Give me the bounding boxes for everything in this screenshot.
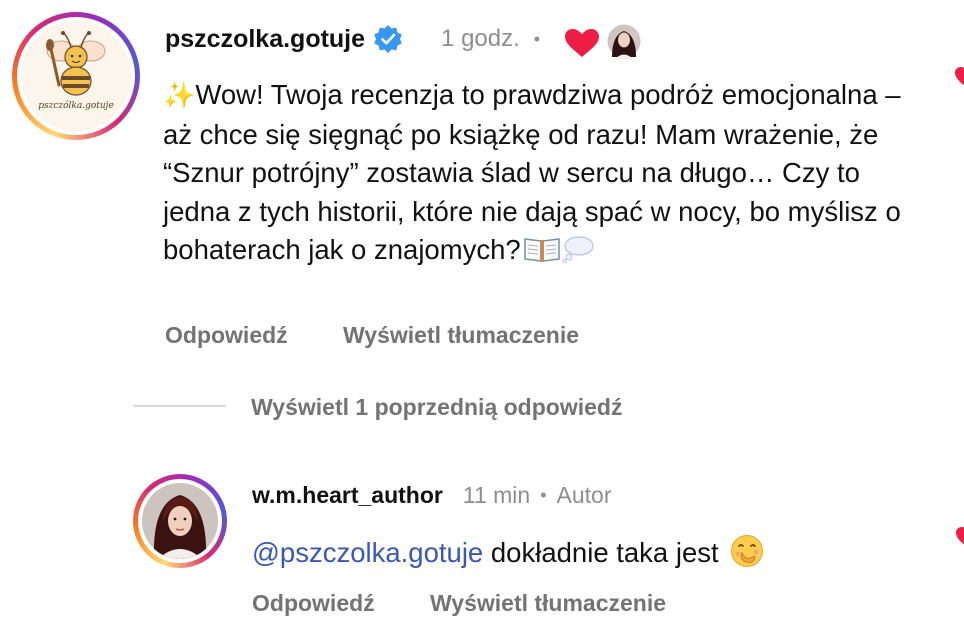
reply-reply-button[interactable]: Odpowiedź (252, 590, 375, 617)
comment-like-heart-icon[interactable] (954, 66, 964, 88)
bee-icon (46, 31, 106, 96)
sparkles-icon: ✨ (163, 81, 196, 111)
comment-reply-button[interactable]: Odpowiedź (165, 322, 288, 349)
heart-icon (564, 28, 600, 58)
reply-time: 11 min (462, 481, 531, 508)
meta-separator: • (540, 484, 547, 505)
verified-badge-icon (373, 24, 403, 54)
thought-balloon-icon (561, 235, 595, 274)
comment-time: 1 godz. (441, 25, 520, 52)
face-with-hand-over-mouth-icon (730, 534, 764, 579)
author-badge: Autor (556, 481, 612, 508)
comment-avatar[interactable]: pszczólka.gotuje (12, 12, 140, 140)
replies-divider (133, 405, 226, 407)
meta-separator: • (533, 28, 541, 49)
comment-translate-button[interactable]: Wyświetl tłumaczenie (343, 322, 579, 349)
comment-body: ✨Wow! Twoja recenzja to prawdziwa podróż… (163, 76, 923, 274)
comment-username[interactable]: pszczolka.gotuje (165, 25, 365, 54)
bee-logo: pszczólka.gotuje (21, 21, 131, 131)
author-like-avatar (606, 23, 642, 59)
reply-like-heart-icon[interactable] (955, 526, 964, 548)
reply-body: @pszczolka.gotuje dokładnie taka jest (252, 534, 764, 579)
open-book-icon (523, 235, 561, 274)
profile-photo (142, 483, 218, 559)
view-previous-replies-button[interactable]: Wyświetl 1 poprzednią odpowiedź (251, 394, 622, 421)
reply-username[interactable]: w.m.heart_author (252, 482, 443, 509)
reply-text: dokładnie taka jest (483, 537, 719, 568)
reply-header: w.m.heart_author 11 min • Autor (252, 478, 611, 512)
reply-translate-button[interactable]: Wyświetl tłumaczenie (430, 590, 666, 617)
logo-caption: pszczólka.gotuje (38, 101, 114, 111)
reply-mention-link[interactable]: @pszczolka.gotuje (252, 537, 483, 568)
comment-header: pszczolka.gotuje 1 godz. • (165, 20, 642, 59)
reply-avatar[interactable] (133, 474, 227, 568)
